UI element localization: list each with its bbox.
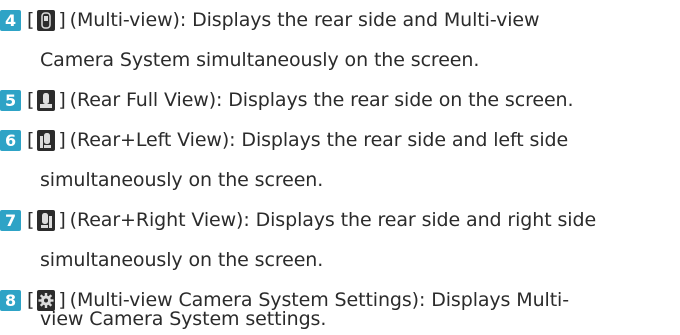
list-item-6-continued: simultaneously on the screen. [40,164,323,196]
list-item-4: 4 [ ] (Multi-view): Displays the rear si… [0,4,540,36]
item-text: (Rear+Right View): Displays the rear sid… [69,209,597,231]
list-item-5: 5 [ ] (Rear Full View): Displays the rea… [0,84,574,116]
multi-view-icon [37,9,56,31]
rear-left-view-icon [37,129,56,151]
item-text: (Rear+Left View): Displays the rear side… [69,129,569,151]
item-number-badge: 6 [0,129,21,151]
list-item-6: 6 [ ] (Rear+Left View): Displays the rea… [0,124,568,156]
item-text: (Rear Full View): Displays the rear side… [69,89,574,111]
item-text: simultaneously on the screen. [40,249,324,271]
item-text: view Camera System settings. [40,308,327,330]
item-number-badge: 4 [0,9,21,31]
item-number-badge: 7 [0,209,21,231]
item-text: Camera System simultaneously on the scre… [40,49,480,71]
rear-full-view-icon [37,89,56,111]
list-item-7: 7 [ ] (Rear+Right View): Displays the re… [0,204,596,236]
item-number-badge: 5 [0,89,21,111]
list-item-4-continued: Camera System simultaneously on the scre… [40,44,479,76]
rear-right-view-icon [37,209,56,231]
item-text: simultaneously on the screen. [40,169,324,191]
list-item-8-continued-text: view Camera System settings. [40,303,326,335]
item-text: (Multi-view): Displays the rear side and… [69,9,540,31]
list-item-7-continued: simultaneously on the screen. [40,244,323,276]
item-number-badge: 8 [0,289,21,311]
